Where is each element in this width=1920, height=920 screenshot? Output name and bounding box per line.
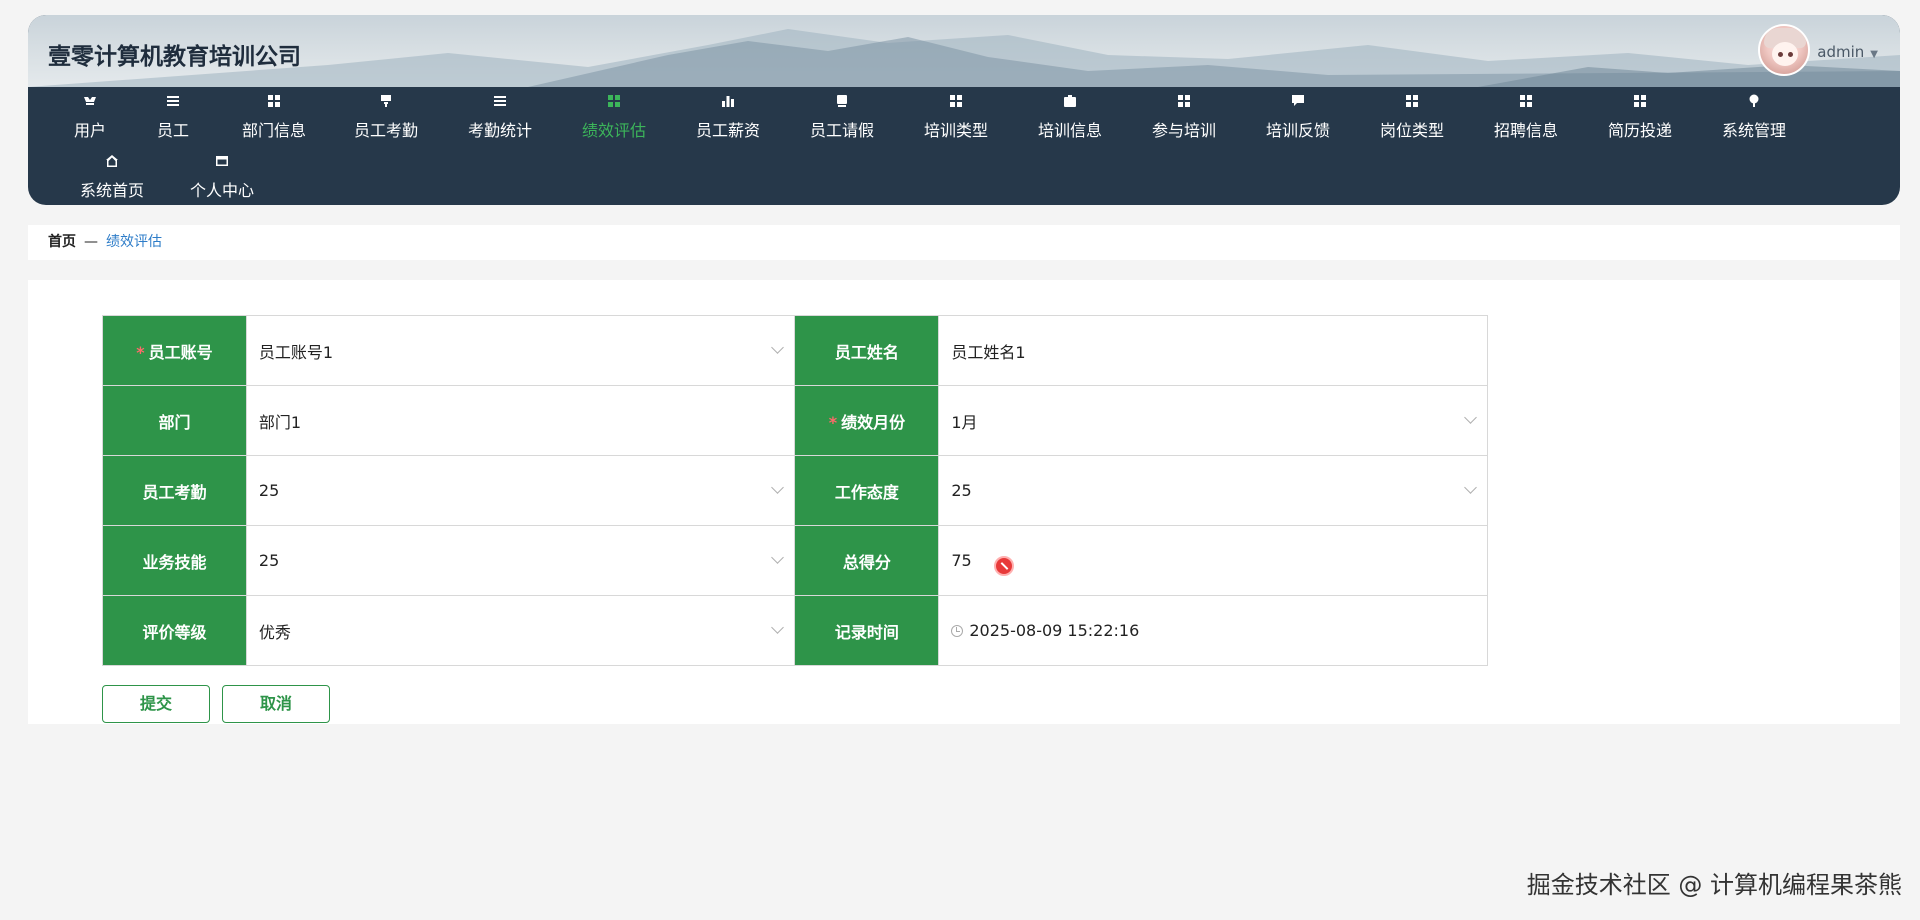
- user-name: admin: [1817, 43, 1865, 61]
- nav-item-join-training[interactable]: 参与培训: [1144, 93, 1224, 141]
- department-field[interactable]: 部门1: [245, 385, 796, 456]
- attendance-select[interactable]: 25: [245, 455, 796, 526]
- nav-item-system[interactable]: 系统管理: [1714, 93, 1794, 141]
- chevron-down-icon: [771, 341, 785, 354]
- briefcase-icon: [1030, 93, 1110, 111]
- card-icon: [182, 153, 262, 171]
- list-icon: [148, 93, 198, 111]
- cancel-button[interactable]: 取消: [222, 685, 330, 723]
- grid-icon: [1372, 93, 1452, 111]
- form-row: 评价等级 优秀 记录时间 2025-08-09 15:22:16: [102, 595, 1488, 666]
- chevron-down-icon: [771, 551, 785, 564]
- grid-icon: [1144, 93, 1224, 111]
- grid-icon: [916, 93, 996, 111]
- attitude-label: 工作态度: [794, 455, 940, 526]
- grade-label: 评价等级: [102, 595, 247, 666]
- total-score-field[interactable]: 75: [938, 525, 1488, 596]
- caret-down-icon: ▼: [1870, 49, 1878, 60]
- attendance-label: 员工考勤: [102, 455, 247, 526]
- breadcrumb: 首页 — 绩效评估: [28, 225, 1900, 260]
- attitude-select[interactable]: 25: [938, 455, 1488, 526]
- mountain-background: [28, 29, 1900, 87]
- form-row: 业务技能 25 总得分 75: [102, 525, 1488, 596]
- nav-item-position-type[interactable]: 岗位类型: [1372, 93, 1452, 141]
- nav-item-resume[interactable]: 简历投递: [1600, 93, 1680, 141]
- employee-account-select[interactable]: 员工账号1: [245, 315, 796, 386]
- user-icon: [60, 93, 120, 111]
- chevron-down-icon: [771, 621, 785, 634]
- nav-item-department[interactable]: 部门信息: [234, 93, 314, 141]
- nav-item-recruitment[interactable]: 招聘信息: [1486, 93, 1566, 141]
- nav-item-leave[interactable]: 员工请假: [802, 93, 882, 141]
- home-icon: [72, 153, 152, 171]
- nav-item-training-type[interactable]: 培训类型: [916, 93, 996, 141]
- nav-item-performance[interactable]: 绩效评估: [574, 93, 654, 141]
- nav-item-attendance-stats[interactable]: 考勤统计: [460, 93, 540, 141]
- performance-form: * 员工账号 员工账号1 员工姓名 员工姓名1 部门 部门1 * 绩效月份 1月 员…: [102, 315, 1488, 666]
- breadcrumb-separator: —: [84, 234, 98, 250]
- month-label: * 绩效月份: [794, 385, 940, 456]
- chat-icon: [1258, 93, 1338, 111]
- month-select[interactable]: 1月: [938, 385, 1488, 456]
- department-label: 部门: [102, 385, 247, 456]
- chevron-down-icon: [771, 481, 785, 494]
- form-row: 部门 部门1 * 绩效月份 1月: [102, 385, 1488, 456]
- record-time-field[interactable]: 2025-08-09 15:22:16: [938, 595, 1488, 666]
- header-banner: 壹零计算机教育培训公司 admin ▼: [28, 15, 1900, 87]
- nav-item-employee[interactable]: 员工: [148, 93, 198, 141]
- user-menu[interactable]: admin ▼: [1817, 43, 1878, 61]
- nav-item-salary[interactable]: 员工薪资: [688, 93, 768, 141]
- company-title: 壹零计算机教育培训公司: [48, 44, 301, 70]
- nav-item-home[interactable]: 系统首页: [72, 153, 152, 201]
- grid-icon: [234, 93, 314, 111]
- watermark: 掘金技术社区 @ 计算机编程果茶熊: [1526, 871, 1902, 899]
- attendance-icon: [346, 93, 426, 111]
- location-icon: [1714, 93, 1794, 111]
- not-allowed-icon: [994, 556, 1015, 576]
- bar-chart-icon: [688, 93, 768, 111]
- nav-item-training-feedback[interactable]: 培训反馈: [1258, 93, 1338, 141]
- skill-select[interactable]: 25: [245, 525, 796, 596]
- grid-icon: [1486, 93, 1566, 111]
- employee-name-label: 员工姓名: [794, 315, 940, 386]
- list-icon: [460, 93, 540, 111]
- total-score-label: 总得分: [794, 525, 940, 596]
- grade-select[interactable]: 优秀: [245, 595, 796, 666]
- clock-icon: [951, 625, 964, 637]
- employee-name-field[interactable]: 员工姓名1: [938, 315, 1488, 386]
- breadcrumb-current: 绩效评估: [106, 234, 162, 250]
- skill-label: 业务技能: [102, 525, 247, 596]
- chevron-down-icon: [1464, 411, 1477, 424]
- record-time-label: 记录时间: [794, 595, 940, 666]
- submit-button[interactable]: 提交: [102, 685, 210, 723]
- nav-item-user[interactable]: 用户: [60, 93, 120, 141]
- form-row: * 员工账号 员工账号1 员工姓名 员工姓名1: [102, 315, 1488, 386]
- header: 壹零计算机教育培训公司 admin ▼ 用户 员工 部门信息 员工考勤 考勤统计…: [28, 15, 1900, 205]
- nav-item-training-info[interactable]: 培训信息: [1030, 93, 1110, 141]
- nav-item-profile[interactable]: 个人中心: [182, 153, 262, 201]
- nav-item-attendance[interactable]: 员工考勤: [346, 93, 426, 141]
- performance-form-panel: * 员工账号 员工账号1 员工姓名 员工姓名1 部门 部门1 * 绩效月份 1月 员…: [28, 280, 1900, 724]
- document-icon: [802, 93, 882, 111]
- grid-icon: [574, 93, 654, 111]
- grid-icon: [1600, 93, 1680, 111]
- top-nav: 用户 员工 部门信息 员工考勤 考勤统计 绩效评估 员工薪资 员工请假 培训类型…: [28, 87, 1900, 205]
- employee-account-label: * 员工账号: [102, 315, 247, 386]
- breadcrumb-home[interactable]: 首页: [48, 234, 76, 250]
- form-row: 员工考勤 25 工作态度 25: [102, 455, 1488, 526]
- avatar[interactable]: [1758, 24, 1810, 76]
- chevron-down-icon: [1464, 481, 1477, 494]
